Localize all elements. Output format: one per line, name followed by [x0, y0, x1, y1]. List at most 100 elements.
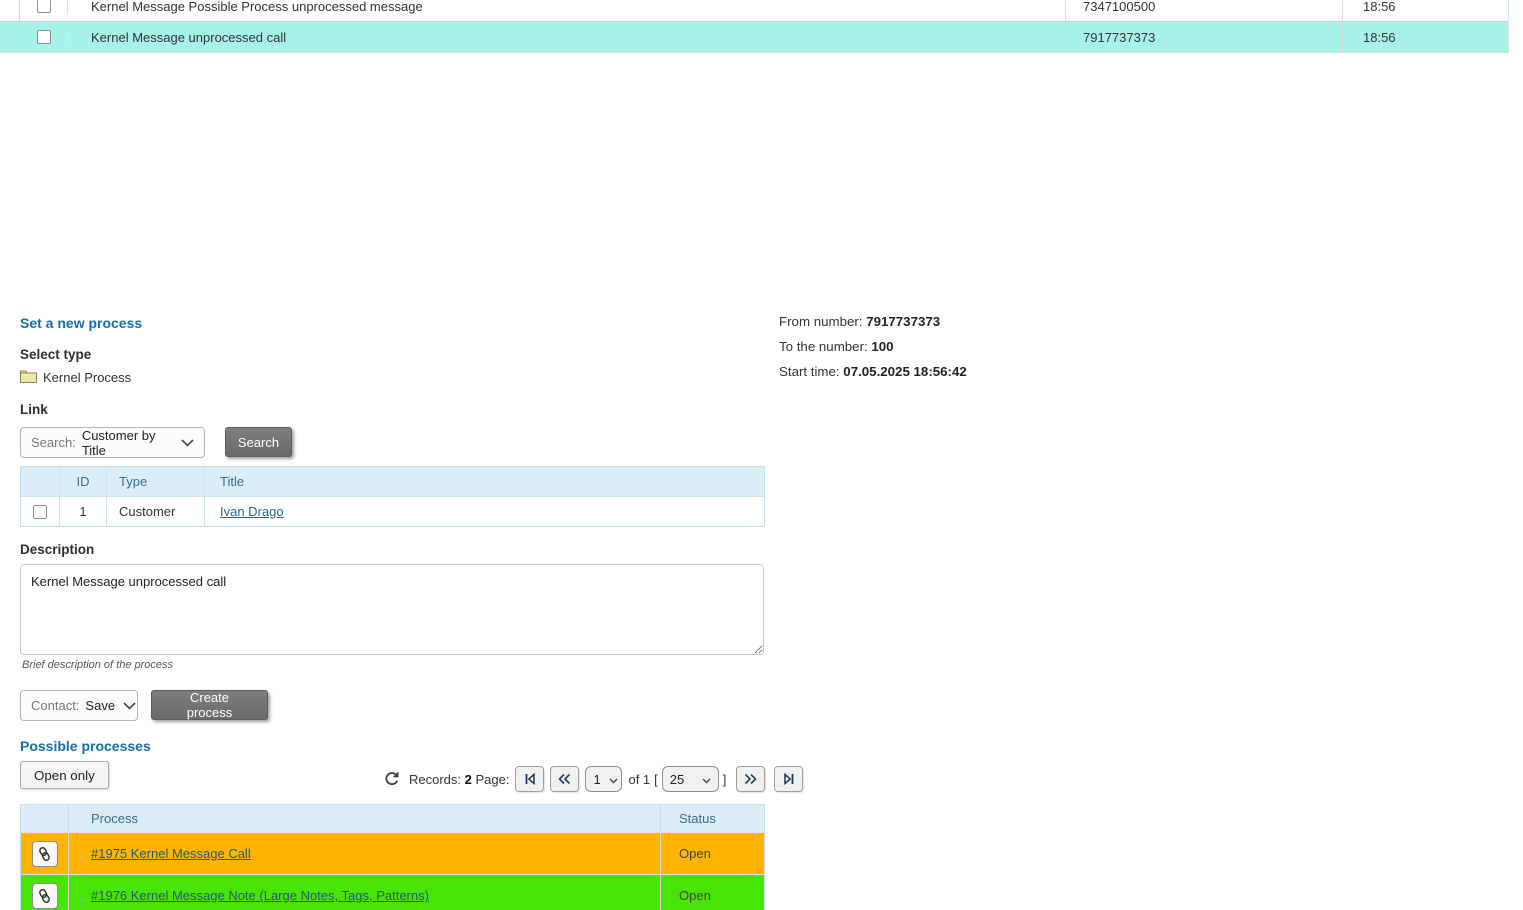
process-cell: #1976 Kernel Message Note (Large Notes, …: [68, 875, 660, 910]
create-process-button[interactable]: Create process: [151, 690, 268, 720]
records-text: Records: 2 Page:: [409, 772, 509, 787]
time-cell: 18:56: [1342, 0, 1508, 21]
process-type-name: Kernel Process: [43, 370, 131, 385]
search-button[interactable]: Search: [225, 427, 292, 457]
message-cell: Kernel Message Possible Process unproces…: [67, 0, 1065, 14]
icon-cell: [21, 833, 68, 874]
start-time-line: Start time: 07.05.2025 18:56:42: [779, 364, 967, 379]
contact-select-label: Contact:: [31, 698, 79, 713]
set-new-process-heading: Set a new process: [20, 315, 142, 331]
header-icon-cell: [21, 805, 68, 832]
checkbox-cell: [21, 497, 59, 526]
processes-table: Process Status #1975 Kernel Message Call…: [20, 804, 765, 910]
process-link[interactable]: #1976 Kernel Message Note (Large Notes, …: [91, 888, 429, 903]
process-link[interactable]: #1975 Kernel Message Call: [91, 846, 251, 861]
chevron-down-icon: [702, 772, 711, 787]
link-section-label: Link: [20, 402, 48, 417]
next-page-button[interactable]: [736, 766, 765, 792]
page-number-select[interactable]: 1: [585, 766, 622, 792]
prev-page-button[interactable]: [550, 766, 579, 792]
header-status: Status: [660, 805, 764, 832]
search-type-select[interactable]: Search: Customer by Title: [20, 427, 205, 458]
pagination-bar: Records: 2 Page: 1 of 1 [ 25 ]: [383, 764, 803, 794]
last-page-button[interactable]: [774, 766, 803, 792]
to-number-label: To the number:: [779, 339, 871, 354]
status-cell: Open: [660, 833, 764, 874]
time-cell: 18:56: [1342, 22, 1508, 52]
description-textarea[interactable]: [20, 564, 764, 655]
message-cell: Kernel Message unprocessed call: [67, 30, 1065, 45]
link-table-header: ID Type Title: [21, 467, 764, 496]
call-info-panel: From number: 7917737373 To the number: 1…: [779, 314, 967, 389]
chevron-down-icon: [123, 698, 136, 713]
row-spacer: [0, 22, 19, 52]
checkbox-cell: [19, 0, 67, 21]
link-table-row: 1 Customer Ivan Drago: [21, 496, 764, 526]
status-cell: Open: [660, 875, 764, 910]
message-row[interactable]: Kernel Message Possible Process unproces…: [0, 0, 1508, 22]
process-row: #1976 Kernel Message Note (Large Notes, …: [21, 874, 764, 910]
description-label: Description: [20, 542, 94, 557]
select-type-label: Select type: [20, 347, 91, 362]
messages-table: Kernel Message Possible Process unproces…: [0, 0, 1509, 53]
close-bracket: ]: [723, 772, 727, 787]
status-badge: Open: [679, 888, 711, 903]
id-cell: 1: [59, 497, 106, 526]
folder-icon: [20, 369, 37, 386]
process-type-item[interactable]: Kernel Process: [20, 369, 131, 386]
search-select-label: Search:: [31, 435, 76, 450]
records-label: Records:: [409, 772, 465, 787]
link-search-row: Search: Customer by Title Search: [20, 427, 292, 458]
header-type: Type: [106, 467, 204, 496]
open-only-button[interactable]: Open only: [20, 761, 109, 789]
attach-link-button[interactable]: [32, 841, 58, 867]
row-checkbox[interactable]: [33, 505, 47, 519]
process-row: #1975 Kernel Message Call Open: [21, 832, 764, 874]
link-results-table: ID Type Title 1 Customer Ivan Drago: [20, 466, 765, 527]
title-cell: Ivan Drago: [204, 497, 764, 526]
search-select-value: Customer by Title: [82, 428, 173, 458]
type-cell: Customer: [106, 497, 204, 526]
customer-link[interactable]: Ivan Drago: [220, 504, 284, 519]
header-checkbox-cell: [21, 467, 59, 496]
open-bracket: [: [654, 772, 658, 787]
checkbox-cell: [19, 22, 67, 52]
number-cell: 7347100500: [1065, 0, 1342, 21]
status-badge: Open: [679, 846, 711, 861]
page-size-select[interactable]: 25: [662, 766, 719, 792]
possible-processes-heading: Possible processes: [20, 738, 151, 754]
row-checkbox[interactable]: [37, 30, 51, 44]
processes-table-header: Process Status: [21, 805, 764, 832]
of-pages-text: of 1: [628, 772, 650, 787]
from-number-line: From number: 7917737373: [779, 314, 967, 329]
refresh-icon[interactable]: [383, 770, 401, 788]
icon-cell: [21, 875, 68, 910]
first-page-button[interactable]: [515, 766, 544, 792]
page-label: Page:: [472, 772, 510, 787]
from-number-label: From number:: [779, 314, 866, 329]
from-number-value: 7917737373: [866, 314, 940, 329]
process-cell: #1975 Kernel Message Call: [68, 833, 660, 874]
chevron-down-icon: [609, 772, 618, 787]
to-number-line: To the number: 100: [779, 339, 967, 354]
contact-select[interactable]: Contact: Save: [20, 690, 138, 721]
message-row-selected[interactable]: Kernel Message unprocessed call 79177373…: [0, 22, 1508, 53]
start-time-value: 07.05.2025 18:56:42: [843, 364, 966, 379]
header-id: ID: [59, 467, 106, 496]
attach-link-button[interactable]: [32, 883, 58, 909]
header-process: Process: [68, 805, 660, 832]
start-time-label: Start time:: [779, 364, 843, 379]
number-cell: 7917737373: [1065, 22, 1342, 52]
page-number-value: 1: [593, 772, 600, 787]
page: Kernel Message Possible Process unproces…: [0, 0, 1523, 910]
contact-select-value: Save: [85, 698, 115, 713]
records-count: 2: [465, 772, 472, 787]
row-checkbox[interactable]: [37, 0, 51, 13]
to-number-value: 100: [871, 339, 893, 354]
description-hint: Brief description of the process: [22, 659, 173, 671]
header-title: Title: [204, 467, 764, 496]
page-size-value: 25: [670, 772, 684, 787]
contact-row: Contact: Save Create process: [20, 690, 268, 721]
row-spacer: [0, 0, 19, 21]
chevron-down-icon: [181, 435, 194, 450]
